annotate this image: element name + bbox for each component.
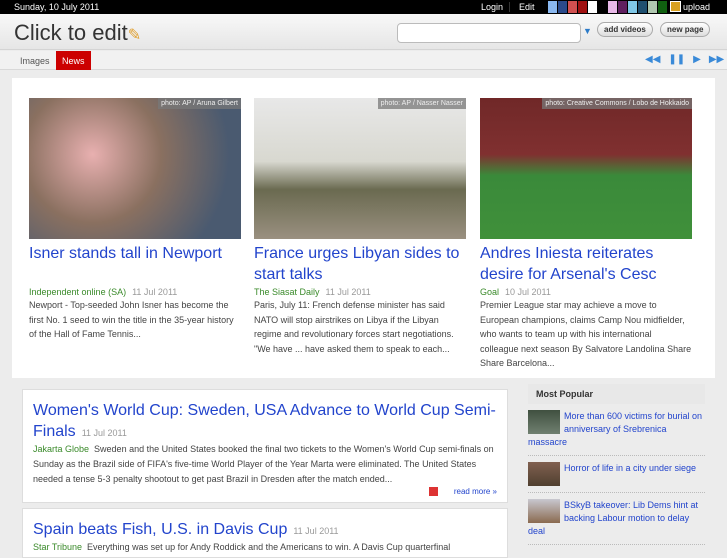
divider [509,2,510,12]
story-title[interactable]: Isner stands tall in Newport [29,243,241,285]
color-swatch[interactable] [648,1,657,13]
story-source: Goal [480,287,500,297]
rewind-icon[interactable]: ◀◀ [645,54,660,65]
search-dropdown-icon[interactable]: ▼ [583,26,592,36]
featured-story: photo: Creative Commons / Lobo de Hokkai… [480,98,692,371]
popular-item[interactable]: BSkyB takeover: Lib Dems hint at backing… [528,493,705,545]
color-swatch[interactable] [558,1,567,13]
featured-stories: photo: AP / Aruna Gilbert Isner stands t… [12,78,715,378]
story-date: 11 Jul 2011 [325,287,371,297]
read-more-link[interactable]: read more » [454,487,497,496]
story-snippet: Premier League star may achieve a move t… [480,300,692,368]
article-source: Star Tribune [33,542,83,552]
color-swatch[interactable] [628,1,637,13]
photo-credit: photo: AP / Aruna Gilbert [158,98,241,109]
upload-label: upload [683,1,711,12]
article-snippet: Sweden and the United States booked the … [33,444,494,484]
color-swatch[interactable] [638,1,647,13]
story-snippet: Paris, July 11: French defense minister … [254,300,454,354]
site-title-text: Click to edit [14,20,128,45]
most-popular-sidebar: Most Popular More than 600 victims for b… [528,384,705,545]
article-title[interactable]: Spain beats Fish, U.S. in Davis Cup [33,521,287,538]
story-title[interactable]: Andres Iniesta reiterates desire for Ars… [480,243,692,285]
search-input[interactable] [397,23,581,43]
color-swatch[interactable] [618,1,627,13]
popular-item-title: Horror of life in a city under siege [564,463,697,473]
popular-item[interactable]: More than 600 victims for burial on anni… [528,404,705,456]
featured-story: photo: AP / Aruna Gilbert Isner stands t… [29,98,241,342]
rss-icon[interactable] [428,487,438,496]
photo-credit: photo: Creative Commons / Lobo de Hokkai… [542,98,692,109]
photo-credit: photo: AP / Nasser Nasser [377,98,466,109]
add-videos-button[interactable]: add videos [597,22,653,37]
color-swatch[interactable] [598,1,607,13]
edit-link[interactable]: Edit [519,2,535,12]
color-swatch[interactable] [578,1,587,13]
top-bar: Sunday, 10 July 2011 Login Edit upload [0,0,727,14]
thumbnail [528,462,560,486]
login-link[interactable]: Login [481,2,503,12]
pencil-icon: ✎ [127,27,142,44]
new-page-button[interactable]: new page [660,22,711,37]
article-date: 11 Jul 2011 [81,428,127,438]
header: Click to edit✎ ▼ add videos new page [0,14,727,50]
upload-icon [670,1,681,12]
article: Women's World Cup: Sweden, USA Advance t… [22,389,508,503]
chevron-right-icon: » [492,487,497,496]
color-swatch[interactable] [568,1,577,13]
fast-forward-icon[interactable]: ▶▶ [709,54,724,65]
article-source: Jakarta Globe [33,444,90,454]
tab-news[interactable]: News [56,51,91,70]
pause-icon[interactable]: ❚❚ [668,54,685,65]
featured-story: photo: AP / Nasser Nasser France urges L… [254,98,466,356]
thumbnail [528,499,560,523]
story-source: Independent online (SA) [29,287,127,297]
story-photo[interactable]: photo: AP / Aruna Gilbert [29,98,241,239]
tab-images[interactable]: Images [14,51,56,70]
color-swatch[interactable] [588,1,597,13]
date: Sunday, 10 July 2011 [14,2,100,12]
sidebar-heading: Most Popular [528,384,705,404]
story-date: 10 Jul 2011 [505,287,551,297]
article-snippet: Everything was set up for Andy Roddick a… [87,542,451,552]
story-date: 11 Jul 2011 [132,287,178,297]
story-snippet: Newport - Top-seeded John Isner has beco… [29,300,234,339]
thumbnail [528,410,560,434]
article-date: 11 Jul 2011 [293,526,339,536]
popular-item[interactable]: Horror of life in a city under siege [528,456,705,493]
story-source: The Siasat Daily [254,287,320,297]
story-title[interactable]: France urges Libyan sides to start talks [254,243,466,285]
upload-link[interactable]: upload [670,1,710,12]
story-photo[interactable]: photo: AP / Nasser Nasser [254,98,466,239]
play-icon[interactable]: ▶ [693,54,701,65]
theme-swatches [548,1,667,13]
nav-bar: Images News ◀◀ ❚❚ ▶ ▶▶ [0,51,727,70]
story-photo[interactable]: photo: Creative Commons / Lobo de Hokkai… [480,98,692,239]
read-more-label: read more [453,487,491,496]
color-swatch[interactable] [548,1,557,13]
color-swatch[interactable] [608,1,617,13]
site-title[interactable]: Click to edit✎ [14,20,141,46]
color-swatch[interactable] [658,1,667,13]
article: Spain beats Fish, U.S. in Davis Cup 11 Ju… [22,508,508,558]
